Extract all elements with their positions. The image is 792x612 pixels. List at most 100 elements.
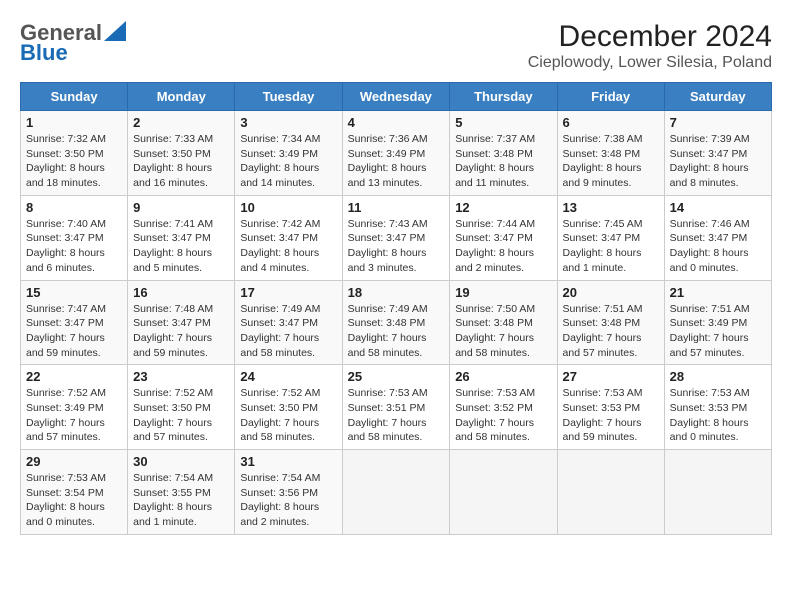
day-cell: 22 Sunrise: 7:52 AMSunset: 3:49 PMDayligh… [21, 365, 128, 450]
week-row-1: 1 Sunrise: 7:32 AMSunset: 3:50 PMDaylight… [21, 111, 772, 196]
day-info: Sunrise: 7:42 AMSunset: 3:47 PMDaylight:… [240, 217, 336, 276]
day-cell: 14 Sunrise: 7:46 AMSunset: 3:47 PMDayligh… [664, 195, 771, 280]
calendar-table: Sunday Monday Tuesday Wednesday Thursday… [20, 82, 772, 535]
day-cell [342, 450, 450, 535]
day-cell: 13 Sunrise: 7:45 AMSunset: 3:47 PMDayligh… [557, 195, 664, 280]
day-number: 17 [240, 285, 336, 300]
logo: General Blue [20, 20, 126, 66]
title-block: December 2024 Cieplowody, Lower Silesia,… [528, 20, 772, 72]
day-info: Sunrise: 7:37 AMSunset: 3:48 PMDaylight:… [455, 132, 551, 191]
day-number: 21 [670, 285, 766, 300]
day-number: 7 [670, 115, 766, 130]
day-cell: 20 Sunrise: 7:51 AMSunset: 3:48 PMDayligh… [557, 280, 664, 365]
day-info: Sunrise: 7:53 AMSunset: 3:51 PMDaylight:… [348, 386, 445, 445]
day-cell: 5 Sunrise: 7:37 AMSunset: 3:48 PMDaylight… [450, 111, 557, 196]
day-cell: 21 Sunrise: 7:51 AMSunset: 3:49 PMDayligh… [664, 280, 771, 365]
day-info: Sunrise: 7:32 AMSunset: 3:50 PMDaylight:… [26, 132, 122, 191]
day-info: Sunrise: 7:43 AMSunset: 3:47 PMDaylight:… [348, 217, 445, 276]
day-cell: 3Sunrise: 7:34 AMSunset: 3:49 PMDaylight… [235, 111, 342, 196]
day-info: Sunrise: 7:40 AMSunset: 3:47 PMDaylight:… [26, 217, 122, 276]
day-number: 1 [26, 115, 122, 130]
day-cell: 17 Sunrise: 7:49 AMSunset: 3:47 PMDayligh… [235, 280, 342, 365]
week-row-2: 8Sunrise: 7:40 AMSunset: 3:47 PMDaylight… [21, 195, 772, 280]
day-info: Sunrise: 7:51 AMSunset: 3:49 PMDaylight:… [670, 302, 766, 361]
day-number: 22 [26, 369, 122, 384]
day-number: 23 [133, 369, 229, 384]
day-cell: 31 Sunrise: 7:54 AMSunset: 3:56 PMDayligh… [235, 450, 342, 535]
day-number: 3 [240, 115, 336, 130]
col-monday: Monday [128, 83, 235, 111]
col-sunday: Sunday [21, 83, 128, 111]
week-row-4: 22 Sunrise: 7:52 AMSunset: 3:49 PMDayligh… [21, 365, 772, 450]
day-number: 4 [348, 115, 445, 130]
day-info: Sunrise: 7:53 AMSunset: 3:52 PMDaylight:… [455, 386, 551, 445]
day-number: 19 [455, 285, 551, 300]
page-subtitle: Cieplowody, Lower Silesia, Poland [528, 54, 772, 72]
day-cell: 7 Sunrise: 7:39 AMSunset: 3:47 PMDaylight… [664, 111, 771, 196]
day-cell: 11Sunrise: 7:43 AMSunset: 3:47 PMDayligh… [342, 195, 450, 280]
day-number: 13 [563, 200, 659, 215]
day-info: Sunrise: 7:49 AMSunset: 3:47 PMDaylight:… [240, 302, 336, 361]
day-number: 26 [455, 369, 551, 384]
day-cell [450, 450, 557, 535]
day-cell: 29 Sunrise: 7:53 AMSunset: 3:54 PMDayligh… [21, 450, 128, 535]
day-number: 15 [26, 285, 122, 300]
day-number: 24 [240, 369, 336, 384]
col-thursday: Thursday [450, 83, 557, 111]
col-tuesday: Tuesday [235, 83, 342, 111]
day-cell: 12 Sunrise: 7:44 AMSunset: 3:47 PMDayligh… [450, 195, 557, 280]
day-info: Sunrise: 7:53 AMSunset: 3:54 PMDaylight:… [26, 471, 122, 530]
day-info: Sunrise: 7:54 AMSunset: 3:55 PMDaylight:… [133, 471, 229, 530]
day-number: 6 [563, 115, 659, 130]
day-info: Sunrise: 7:54 AMSunset: 3:56 PMDaylight:… [240, 471, 336, 530]
day-info: Sunrise: 7:52 AMSunset: 3:50 PMDaylight:… [133, 386, 229, 445]
day-info: Sunrise: 7:44 AMSunset: 3:47 PMDaylight:… [455, 217, 551, 276]
logo-icon [104, 21, 126, 41]
day-info: Sunrise: 7:33 AMSunset: 3:50 PMDaylight:… [133, 132, 229, 191]
day-cell: 16Sunrise: 7:48 AMSunset: 3:47 PMDayligh… [128, 280, 235, 365]
day-number: 28 [670, 369, 766, 384]
day-number: 14 [670, 200, 766, 215]
day-number: 25 [348, 369, 445, 384]
day-number: 12 [455, 200, 551, 215]
logo-blue-text: Blue [20, 40, 68, 66]
day-info: Sunrise: 7:45 AMSunset: 3:47 PMDaylight:… [563, 217, 659, 276]
day-cell: 15Sunrise: 7:47 AMSunset: 3:47 PMDayligh… [21, 280, 128, 365]
col-saturday: Saturday [664, 83, 771, 111]
day-number: 2 [133, 115, 229, 130]
day-info: Sunrise: 7:36 AMSunset: 3:49 PMDaylight:… [348, 132, 445, 191]
day-info: Sunrise: 7:38 AMSunset: 3:48 PMDaylight:… [563, 132, 659, 191]
day-cell: 1 Sunrise: 7:32 AMSunset: 3:50 PMDaylight… [21, 111, 128, 196]
day-cell: 23 Sunrise: 7:52 AMSunset: 3:50 PMDayligh… [128, 365, 235, 450]
day-number: 29 [26, 454, 122, 469]
day-cell: 27Sunrise: 7:53 AMSunset: 3:53 PMDayligh… [557, 365, 664, 450]
day-info: Sunrise: 7:46 AMSunset: 3:47 PMDaylight:… [670, 217, 766, 276]
day-cell: 10 Sunrise: 7:42 AMSunset: 3:47 PMDayligh… [235, 195, 342, 280]
day-info: Sunrise: 7:53 AMSunset: 3:53 PMDaylight:… [563, 386, 659, 445]
day-cell: 9Sunrise: 7:41 AMSunset: 3:47 PMDaylight… [128, 195, 235, 280]
day-number: 10 [240, 200, 336, 215]
day-info: Sunrise: 7:53 AMSunset: 3:53 PMDaylight:… [670, 386, 766, 445]
day-info: Sunrise: 7:52 AMSunset: 3:49 PMDaylight:… [26, 386, 122, 445]
col-wednesday: Wednesday [342, 83, 450, 111]
day-cell: 4 Sunrise: 7:36 AMSunset: 3:49 PMDaylight… [342, 111, 450, 196]
day-cell: 26 Sunrise: 7:53 AMSunset: 3:52 PMDayligh… [450, 365, 557, 450]
day-number: 30 [133, 454, 229, 469]
week-row-5: 29 Sunrise: 7:53 AMSunset: 3:54 PMDayligh… [21, 450, 772, 535]
day-number: 5 [455, 115, 551, 130]
day-info: Sunrise: 7:50 AMSunset: 3:48 PMDaylight:… [455, 302, 551, 361]
day-cell: 30 Sunrise: 7:54 AMSunset: 3:55 PMDayligh… [128, 450, 235, 535]
day-number: 20 [563, 285, 659, 300]
day-cell: 2 Sunrise: 7:33 AMSunset: 3:50 PMDaylight… [128, 111, 235, 196]
day-info: Sunrise: 7:39 AMSunset: 3:47 PMDaylight:… [670, 132, 766, 191]
page-title: December 2024 [528, 20, 772, 54]
day-info: Sunrise: 7:52 AMSunset: 3:50 PMDaylight:… [240, 386, 336, 445]
day-number: 31 [240, 454, 336, 469]
week-row-3: 15Sunrise: 7:47 AMSunset: 3:47 PMDayligh… [21, 280, 772, 365]
day-cell [557, 450, 664, 535]
day-info: Sunrise: 7:49 AMSunset: 3:48 PMDaylight:… [348, 302, 445, 361]
day-info: Sunrise: 7:51 AMSunset: 3:48 PMDaylight:… [563, 302, 659, 361]
day-number: 16 [133, 285, 229, 300]
page-header: General Blue December 2024 Cieplowody, L… [20, 20, 772, 72]
day-number: 18 [348, 285, 445, 300]
